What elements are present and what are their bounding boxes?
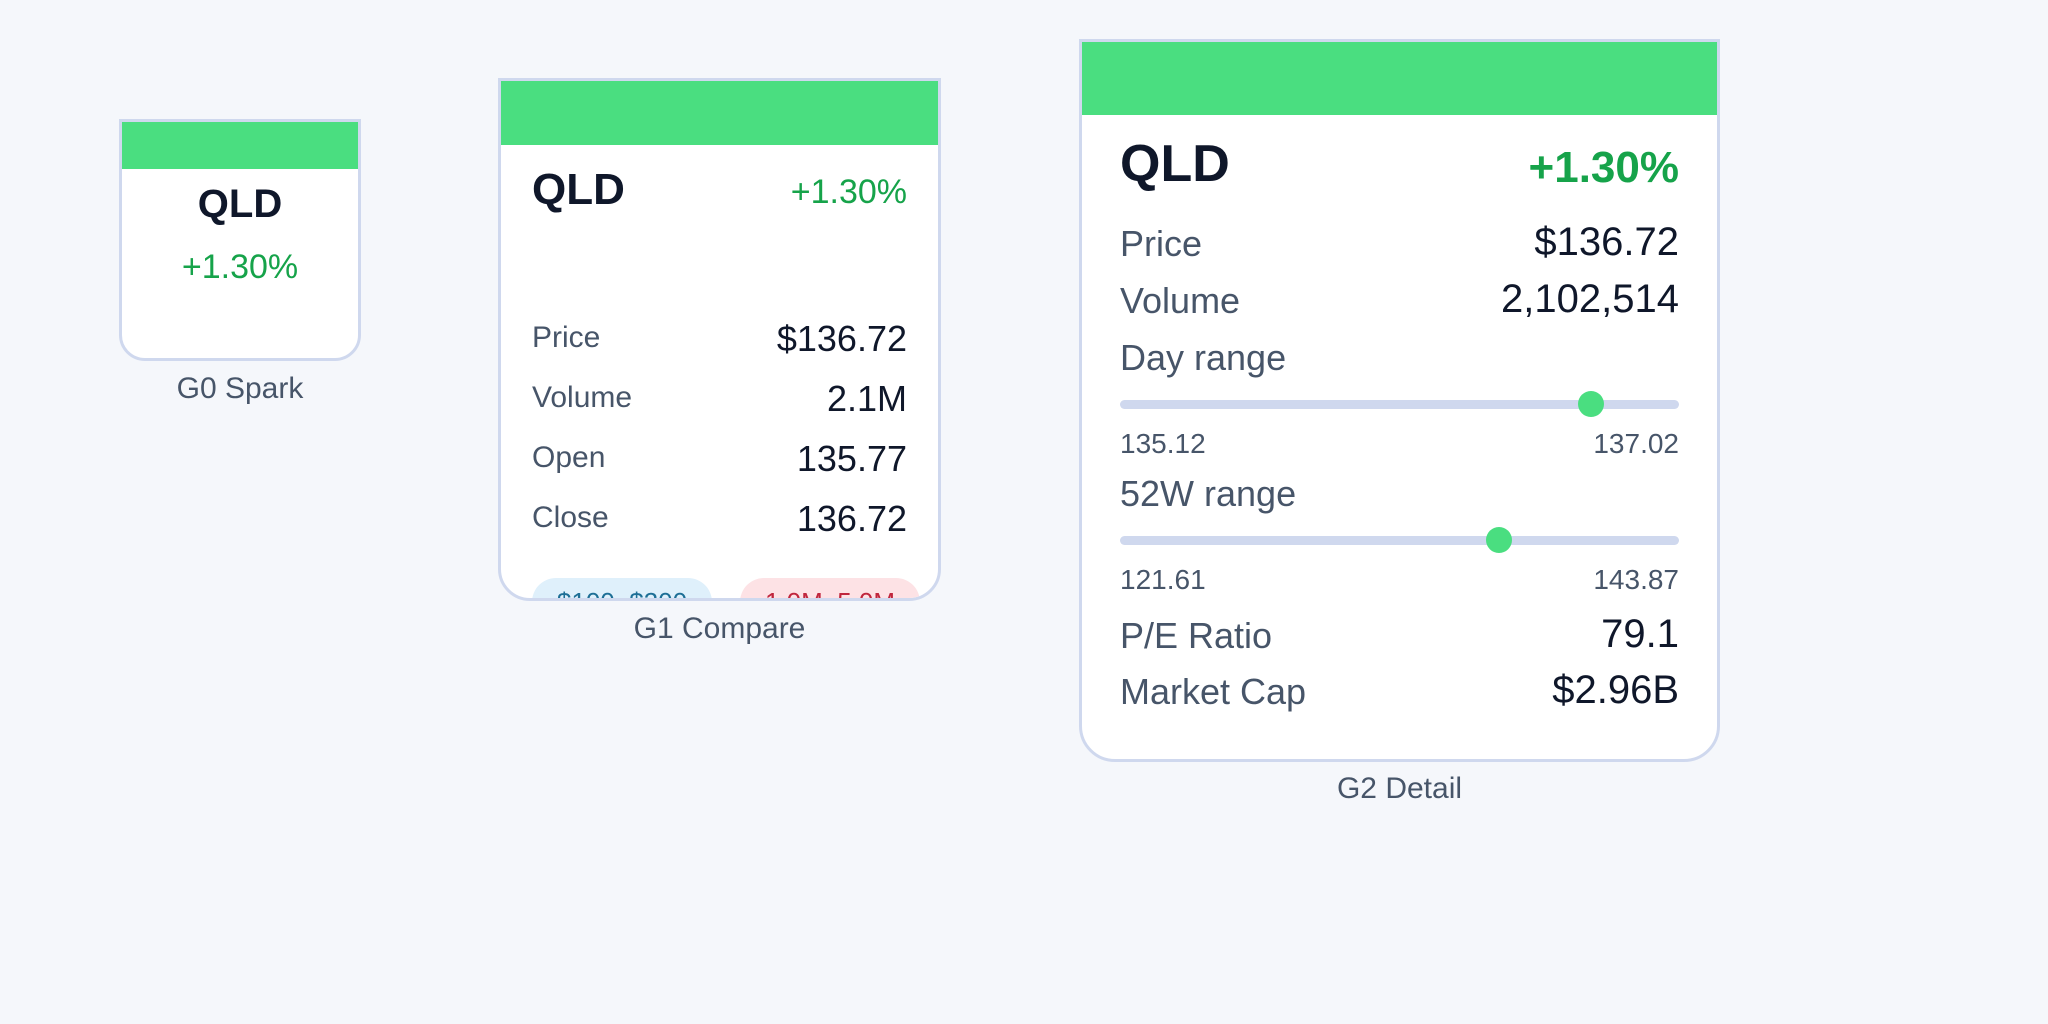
row-value: 136.72 (796, 498, 907, 539)
row-label: Open (532, 441, 606, 474)
row-value: $2.96B (1552, 668, 1679, 712)
row-value: 135.77 (796, 438, 907, 479)
pe-ratio-row: P/E Ratio 79.1 (1120, 612, 1679, 661)
day-range-label: Day range (1120, 337, 1287, 378)
ticker-symbol: QLD (532, 165, 625, 214)
week52-range-track (1120, 527, 1679, 553)
compare-card[interactable]: QLD +1.30% Price $136.72 Volume 2.1M Ope… (498, 78, 941, 601)
row-label: Price (1120, 223, 1203, 264)
price-row: Price $136.72 (532, 318, 907, 361)
row-label: Price (532, 321, 601, 354)
week52-range-low: 121.61 (1120, 564, 1206, 595)
week52-range-label: 52W range (1120, 473, 1297, 514)
card-caption: G0 Spark (176, 372, 304, 405)
row-label: Volume (532, 381, 633, 414)
ticker-symbol: QLD (1120, 135, 1230, 193)
row-label: Market Cap (1120, 671, 1307, 712)
spark-card[interactable]: QLD +1.30% (119, 119, 361, 361)
close-row: Close 136.72 (532, 498, 907, 541)
volume-row: Volume 2.1M (532, 378, 907, 421)
day-range-marker (1577, 391, 1604, 417)
ticker-symbol: QLD (197, 182, 283, 226)
row-value: $136.72 (1534, 220, 1679, 264)
card-accent-band (1082, 42, 1717, 115)
card-caption: G2 Detail (1336, 772, 1463, 805)
row-value: $136.72 (776, 318, 907, 359)
detail-card[interactable]: QLD +1.30% Price $136.72 Volume 2,102,51… (1079, 39, 1720, 762)
open-row: Open 135.77 (532, 438, 907, 481)
price-row: Price $136.72 (1120, 220, 1679, 269)
price-bucket-tag: $100–$200 (532, 578, 712, 598)
card-caption: G1 Compare (633, 612, 806, 645)
percent-change: +1.30% (181, 248, 299, 286)
day-range-track (1120, 391, 1679, 417)
day-range-low: 135.12 (1120, 428, 1206, 459)
week52-range-marker (1486, 527, 1513, 553)
percent-change: +1.30% (790, 173, 907, 211)
card-accent-band (122, 122, 358, 169)
day-range-high: 137.02 (1593, 428, 1679, 459)
row-value: 79.1 (1601, 612, 1679, 656)
market-cap-row: Market Cap $2.96B (1120, 668, 1679, 717)
volume-row: Volume 2,102,514 (1120, 277, 1679, 326)
row-value: 2.1M (826, 378, 907, 419)
volume-bucket-tag: 1.0M–5.0M (740, 578, 920, 598)
percent-change: +1.30% (1528, 143, 1679, 192)
week52-range-high: 143.87 (1593, 564, 1679, 595)
card-accent-band (501, 81, 938, 145)
row-label: Volume (1120, 280, 1241, 321)
row-value: 2,102,514 (1501, 277, 1679, 321)
row-label: P/E Ratio (1120, 615, 1273, 656)
row-label: Close (532, 501, 609, 534)
